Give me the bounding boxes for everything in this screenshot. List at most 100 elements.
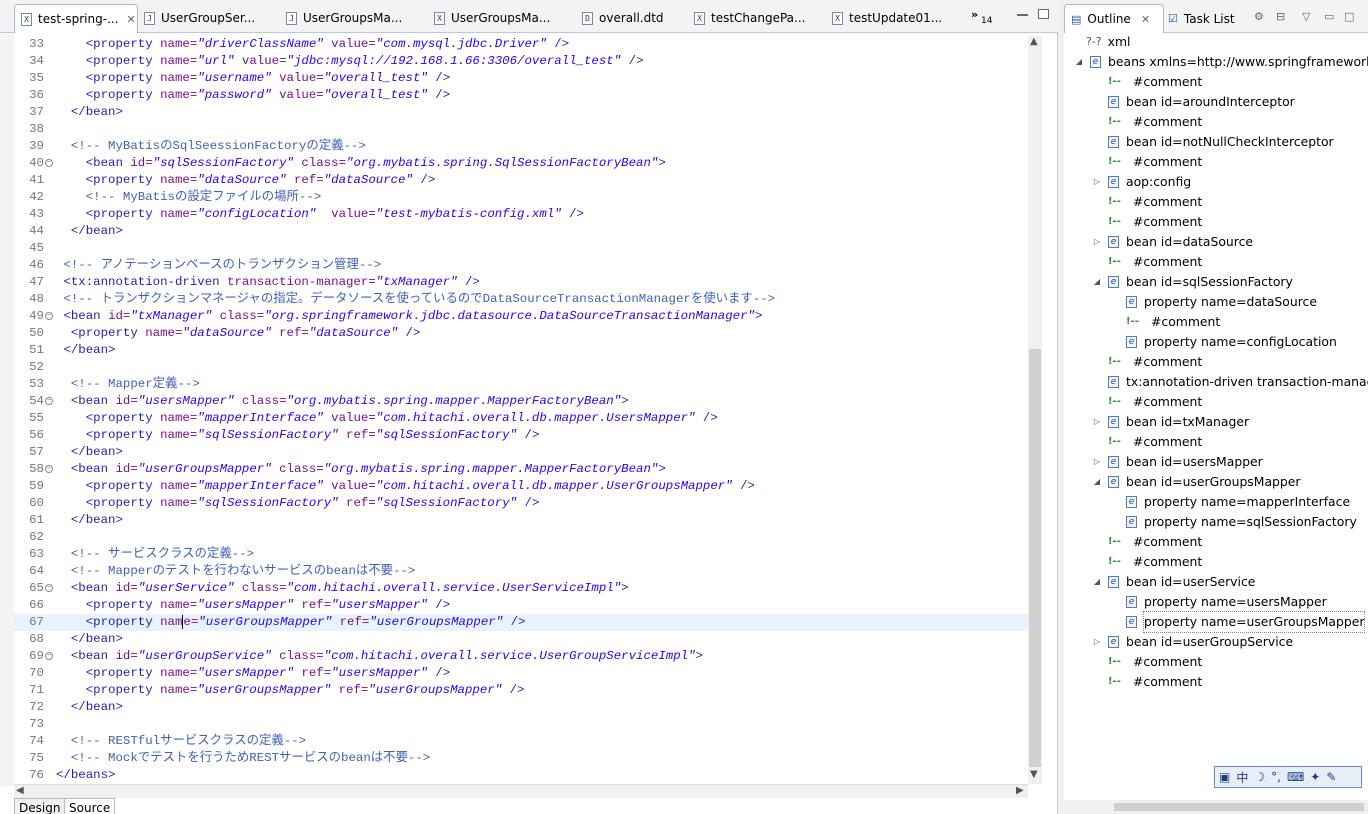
code-line[interactable]: 53 <!-- Mapper定義--> — [14, 376, 1028, 393]
code-line[interactable]: 45 — [14, 240, 1028, 257]
editor-tab[interactable]: XtestUpdate01... — [828, 7, 960, 29]
code-line[interactable]: 34 <property name="url" value="jdbc:mysq… — [14, 53, 1028, 70]
outline-node[interactable]: !-- #comment — [1092, 352, 1202, 372]
outline-node[interactable]: ◢ e beans xmlns=http://www.springframework… — [1074, 52, 1368, 72]
editor-horizontal-scrollbar[interactable] — [14, 784, 1028, 798]
code-line[interactable]: 51 </bean> — [14, 342, 1028, 359]
code-line[interactable]: 69− <bean id="userGroupService" class="c… — [14, 648, 1028, 665]
code-line[interactable]: 62 — [14, 529, 1028, 546]
code-line[interactable]: 50 <property name="dataSource" ref="data… — [14, 325, 1028, 342]
collapsed-twisty-icon[interactable]: ▷ — [1092, 232, 1102, 252]
outline-node[interactable]: !-- #comment — [1092, 392, 1202, 412]
outline-node[interactable]: !-- #comment — [1092, 192, 1202, 212]
fold-toggle-icon[interactable]: − — [45, 652, 53, 660]
outline-node[interactable]: ▷ e bean id=usersMapper — [1092, 452, 1263, 472]
outline-node[interactable]: ◢ e bean id=userGroupsMapper — [1092, 472, 1301, 492]
tab-task-list[interactable]: ☑ Task List — [1168, 4, 1258, 33]
collapsed-twisty-icon[interactable]: ▷ — [1092, 412, 1102, 432]
outline-node[interactable]: !-- #comment — [1092, 432, 1202, 452]
code-line[interactable]: 48 <!-- トランザクションマネージャの指定。データソースを使っているのでD… — [14, 291, 1028, 308]
outline-node[interactable]: ▷ e bean id=txManager — [1092, 412, 1249, 432]
outline-node[interactable]: !-- #comment — [1092, 112, 1202, 132]
code-line[interactable]: 58− <bean id="userGroupsMapper" class="o… — [14, 461, 1028, 478]
tab-overflow-count[interactable]: 14 — [981, 16, 992, 26]
code-line[interactable]: 70 <property name="usersMapper" ref="use… — [14, 665, 1028, 682]
code-line[interactable]: 43 <property name="configLocation" value… — [14, 206, 1028, 223]
code-line[interactable]: 76 </beans> — [14, 767, 1028, 784]
outline-node[interactable]: !-- #comment — [1092, 532, 1202, 552]
code-line[interactable]: 33 <property name="driverClassName" valu… — [14, 36, 1028, 53]
code-line[interactable]: 36 <property name="password" value="over… — [14, 87, 1028, 104]
outline-node[interactable]: e bean id=notNullCheckInterceptor — [1092, 132, 1334, 152]
code-line[interactable]: 73 — [14, 716, 1028, 733]
collapse-all-icon[interactable]: ⊟ — [1276, 10, 1285, 23]
code-line[interactable]: 56 <property name="sqlSessionFactory" re… — [14, 427, 1028, 444]
outline-node[interactable]: e tx:annotation-driven transaction-manage — [1092, 372, 1368, 392]
outline-horizontal-scroll-thumb[interactable] — [1114, 803, 1364, 811]
outline-node[interactable]: e property name=userGroupsMapper — [1110, 611, 1366, 633]
fold-toggle-icon[interactable]: − — [45, 584, 53, 592]
moon-icon[interactable]: ☽ — [1254, 770, 1265, 784]
code-line[interactable]: 46 <!-- アノテーションベースのトランザクション管理--> — [14, 257, 1028, 274]
code-line[interactable]: 49− <bean id="txManager" class="org.spri… — [14, 308, 1028, 325]
code-line[interactable]: 63 <!-- サービスクラスの定義--> — [14, 546, 1028, 563]
code-line[interactable]: 42 <!-- MyBatisの設定ファイルの場所--> — [14, 189, 1028, 206]
tab-design[interactable]: Design — [14, 798, 66, 814]
editor-vertical-scroll-thumb[interactable] — [1029, 349, 1041, 767]
expanded-twisty-icon[interactable]: ◢ — [1092, 272, 1102, 292]
code-line[interactable]: 35 <property name="username" value="over… — [14, 70, 1028, 87]
maximize-editor-button[interactable] — [1038, 9, 1049, 19]
scroll-up-arrow-icon[interactable]: ▲ — [1030, 36, 1038, 47]
code-line[interactable]: 72 </bean> — [14, 699, 1028, 716]
outline-node[interactable]: !-- #comment — [1092, 652, 1202, 672]
fold-toggle-icon[interactable]: − — [45, 312, 53, 320]
tab-overflow-chevron[interactable]: » — [971, 8, 978, 21]
close-icon[interactable]: ✕ — [1141, 13, 1150, 26]
outline-node[interactable]: e property name=usersMapper — [1110, 592, 1327, 612]
outline-node[interactable]: e bean id=aroundInterceptor — [1092, 92, 1295, 112]
expanded-twisty-icon[interactable]: ◢ — [1074, 52, 1084, 72]
code-line[interactable]: 75 <!-- Mockでテストを行うためRESTサービスのbeanは不要--> — [14, 750, 1028, 767]
source-code-area[interactable]: 33 <property name="driverClassName" valu… — [14, 36, 1028, 784]
outline-node[interactable]: e property name=configLocation — [1110, 332, 1337, 352]
ime-mode-icon[interactable]: 中 — [1236, 769, 1248, 786]
code-line[interactable]: 52 — [14, 359, 1028, 376]
editor-tab[interactable]: J UserGroupSer... — [140, 7, 278, 29]
code-line[interactable]: 41 <property name="dataSource" ref="data… — [14, 172, 1028, 189]
outline-node[interactable]: ▷ e aop:config — [1092, 172, 1191, 192]
code-line[interactable]: 57 </bean> — [14, 444, 1028, 461]
code-line[interactable]: 38 — [14, 121, 1028, 138]
fold-toggle-icon[interactable]: − — [45, 397, 53, 405]
code-line[interactable]: 47 <tx:annotation-driven transaction-man… — [14, 274, 1028, 291]
fold-toggle-icon[interactable]: − — [45, 465, 53, 473]
punctuation-icon[interactable]: °, — [1271, 770, 1281, 784]
code-line[interactable]: 55 <property name="mapperInterface" valu… — [14, 410, 1028, 427]
code-line[interactable]: 60 <property name="sqlSessionFactory" re… — [14, 495, 1028, 512]
outline-node[interactable]: ◢ e bean id=sqlSessionFactory — [1092, 272, 1293, 292]
wrench-icon[interactable]: ✎ — [1326, 770, 1336, 784]
outline-node[interactable]: ?-? xml — [1086, 32, 1131, 52]
outline-node[interactable]: !-- #comment — [1092, 552, 1202, 572]
collapsed-twisty-icon[interactable]: ▷ — [1092, 452, 1102, 472]
code-line[interactable]: 40− <bean id="sqlSessionFactory" class="… — [14, 155, 1028, 172]
outline-node[interactable]: !-- #comment — [1092, 72, 1202, 92]
editor-tab[interactable]: X UserGroupsMa... — [430, 7, 574, 29]
code-line[interactable]: 44 </bean> — [14, 223, 1028, 240]
outline-node[interactable]: !-- #comment — [1092, 252, 1202, 272]
fold-toggle-icon[interactable]: − — [45, 159, 53, 167]
editor-tab[interactable]: J UserGroupsMa... — [282, 7, 426, 29]
outline-node[interactable]: !-- #comment — [1092, 152, 1202, 172]
expanded-twisty-icon[interactable]: ◢ — [1092, 472, 1102, 492]
maximize-icon[interactable]: □ — [1344, 10, 1354, 23]
view-menu-chevron-icon[interactable]: ▽ — [1302, 10, 1310, 23]
ime-toolbar[interactable]: ▣ 中 ☽ °, ⌨ ✦ ✎ — [1214, 766, 1362, 788]
minimize-icon[interactable]: ▭ — [1324, 10, 1334, 23]
code-line[interactable]: 54− <bean id="usersMapper" class="org.my… — [14, 393, 1028, 410]
editor-tab[interactable]: XtestChangePa... — [690, 7, 824, 29]
scroll-right-arrow-icon[interactable]: ▶ — [1016, 785, 1024, 796]
scroll-down-arrow-icon[interactable]: ▼ — [1030, 769, 1038, 780]
code-line[interactable]: 65− <bean id="userService" class="com.hi… — [14, 580, 1028, 597]
outline-node[interactable]: !-- #comment — [1110, 312, 1220, 332]
code-line[interactable]: 59 <property name="mapperInterface" valu… — [14, 478, 1028, 495]
tools-icon[interactable]: ✦ — [1310, 770, 1320, 784]
